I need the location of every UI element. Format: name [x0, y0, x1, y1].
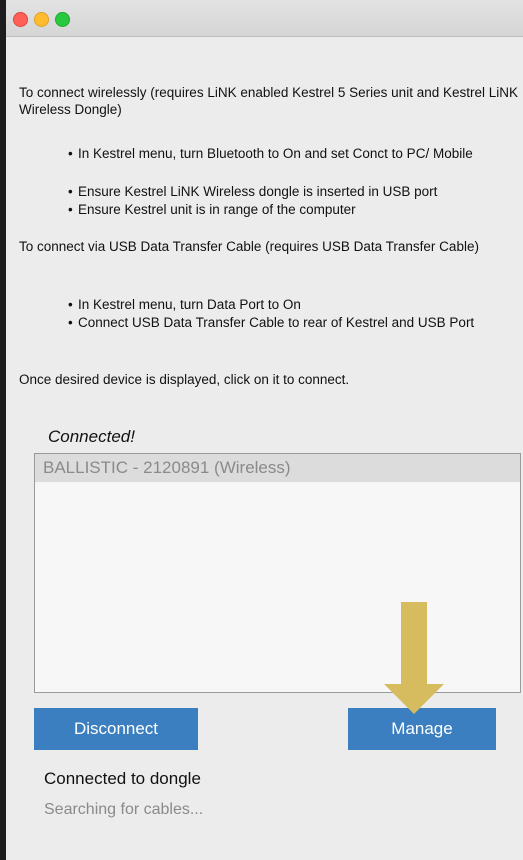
connection-status-label: Connected! — [48, 427, 135, 446]
zoom-window-button[interactable] — [55, 12, 70, 27]
down-arrow-icon — [384, 602, 444, 714]
wireless-bullet-1: In Kestrel menu, turn Bluetooth to On an… — [68, 145, 518, 162]
wireless-intro: To connect wirelessly (requires LiNK ena… — [19, 85, 518, 117]
usb-bullet-1: In Kestrel menu, turn Data Port to On — [68, 296, 518, 313]
final-note: Once desired device is displayed, click … — [19, 372, 350, 387]
close-window-button[interactable] — [13, 12, 28, 27]
minimize-window-button[interactable] — [34, 12, 49, 27]
disconnect-button[interactable]: Disconnect — [34, 708, 198, 750]
manage-button[interactable]: Manage — [348, 708, 496, 750]
app-window: To connect wirelessly (requires LiNK ena… — [6, 0, 523, 860]
title-bar — [6, 0, 523, 37]
wireless-bullet-3: Ensure Kestrel unit is in range of the c… — [68, 201, 518, 218]
usb-intro: To connect via USB Data Transfer Cable (… — [19, 239, 479, 254]
dongle-status: Connected to dongle — [44, 769, 201, 788]
usb-bullet-2: Connect USB Data Transfer Cable to rear … — [68, 314, 518, 331]
wireless-bullet-2: Ensure Kestrel LiNK Wireless dongle is i… — [68, 183, 523, 200]
device-list[interactable]: BALLISTIC - 2120891 (Wireless) — [34, 453, 521, 693]
device-list-item[interactable]: BALLISTIC - 2120891 (Wireless) — [35, 454, 520, 482]
cable-status: Searching for cables... — [44, 801, 204, 818]
